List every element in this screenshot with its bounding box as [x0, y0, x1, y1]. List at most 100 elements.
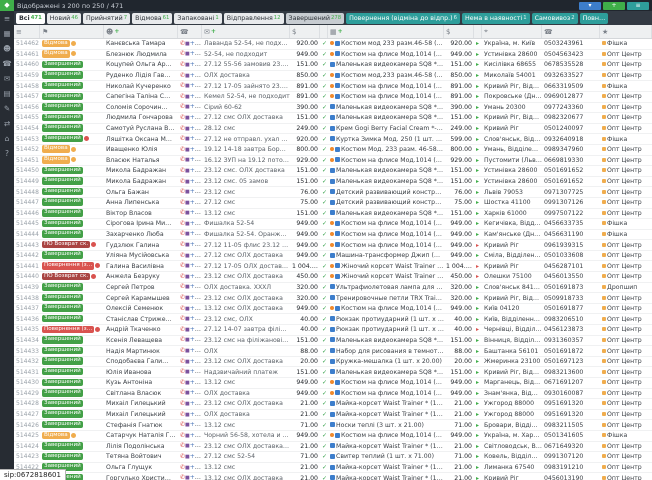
- phone-prefix-cell[interactable]: ✆■+38: [178, 272, 202, 282]
- status-badge[interactable]: Завершений: [42, 442, 83, 450]
- phone-prefix-cell[interactable]: ✆■+38: [178, 314, 202, 324]
- phone-prefix-cell[interactable]: ✆■+38: [178, 473, 202, 480]
- status-badge[interactable]: ПО Возврат ск.: [42, 241, 90, 249]
- tasks-icon[interactable]: ✎: [0, 101, 14, 116]
- table-row[interactable]: 514441Повернення (з…Галина Василівна✆■+3…: [14, 261, 652, 272]
- phone-prefix-cell[interactable]: ✆■+38: [178, 113, 202, 123]
- phone-prefix-cell[interactable]: ✆■+38: [178, 335, 202, 345]
- tab-Повернення (відміна до відпр.)[interactable]: Повернення (відміна до відпр.)6: [346, 13, 460, 24]
- phone-prefix-cell[interactable]: ✆■+38: [178, 92, 202, 102]
- table-row[interactable]: 514422ЗавершенийОльга Глущук✆■+3813.12 с…: [14, 463, 652, 474]
- status-badge[interactable]: Повернення (з…: [42, 326, 94, 334]
- table-row[interactable]: 514426ЗавершенийСтефанія Гнатюк✆■+3813.1…: [14, 420, 652, 431]
- status-badge[interactable]: Завершений: [42, 304, 83, 312]
- home-icon[interactable]: ⌂: [0, 131, 14, 146]
- col-city[interactable]: ⌖: [482, 25, 542, 38]
- phone-prefix-cell[interactable]: ✆■+38: [178, 346, 202, 356]
- phone-prefix-cell[interactable]: ✆■+38: [178, 219, 202, 229]
- col-comment-add-icon[interactable]: +: [211, 28, 216, 35]
- table-row[interactable]: 514431ЗавершенийЮлія Иванова✆■+38Надзвич…: [14, 367, 652, 378]
- status-badge[interactable]: Відмова: [42, 156, 70, 164]
- phone-prefix-cell[interactable]: ✆■+38: [178, 367, 202, 377]
- phone-prefix-cell[interactable]: ✆■+38: [178, 49, 202, 59]
- table-row[interactable]: 514455ЗавершенийЛюдмила Гончарова✆■+3827…: [14, 113, 652, 124]
- col-client[interactable]: ☻+: [104, 25, 178, 38]
- col-amount[interactable]: $: [290, 25, 320, 38]
- table-row[interactable]: 514457ЗавершенийСапегіна Таліна С…✆■+38К…: [14, 92, 652, 103]
- calls-icon[interactable]: ☎: [0, 56, 14, 71]
- col-client-add-icon[interactable]: +: [114, 28, 119, 35]
- phone-prefix-cell[interactable]: ✆■+38: [178, 134, 202, 144]
- tab-Всі[interactable]: Всі471: [16, 13, 45, 24]
- orders-icon[interactable]: ▦: [0, 26, 14, 41]
- col-delivery[interactable]: [474, 25, 482, 38]
- status-badge[interactable]: Завершений: [42, 315, 83, 323]
- table-row[interactable]: 514424ЗавершенийЛілія Подолінська✆■+3823…: [14, 442, 652, 453]
- table-row[interactable]: 514448ЗавершенийОльга Бажан✆■+3823.12 см…: [14, 187, 652, 198]
- status-badge[interactable]: Завершений: [42, 230, 83, 238]
- table-row[interactable]: 514443ПО Возврат ск.Гудзлюк Галина✆■+382…: [14, 240, 652, 251]
- table-row[interactable]: 514454ЗавершенийСамотуй Руслана В…✆■+382…: [14, 124, 652, 135]
- status-badge[interactable]: Завершений: [42, 82, 83, 90]
- table-row[interactable]: 514450ЗавершенийМикола Бадражан✆■+3823.1…: [14, 166, 652, 177]
- status-badge[interactable]: Повернення (з…: [42, 262, 94, 270]
- table-row[interactable]: 514460ЗавершенийКоцупей Ольга Ар…✆■+3827…: [14, 60, 652, 71]
- col-comment[interactable]: ✉+: [202, 25, 290, 38]
- phone-prefix-cell[interactable]: ✆■+38: [178, 145, 202, 155]
- menu-icon[interactable]: ≡: [0, 11, 14, 26]
- phone-prefix-cell[interactable]: ✆■+38: [178, 378, 202, 388]
- col-status[interactable]: ⚑: [40, 25, 104, 38]
- status-badge[interactable]: Завершений: [42, 410, 83, 418]
- stats-icon[interactable]: ▤: [0, 86, 14, 101]
- table-row[interactable]: 514423ЗавершенийТетяна Войтович✆■+3827.1…: [14, 452, 652, 463]
- phone-prefix-cell[interactable]: ✆■+38: [178, 399, 202, 409]
- tab-Повн…[interactable]: Повн…: [580, 13, 609, 24]
- phone-prefix-cell[interactable]: ✆■+38: [178, 39, 202, 49]
- phone-prefix-cell[interactable]: ✆■+38: [178, 304, 202, 314]
- table-row[interactable]: 514440ПО Возврат ск.Анжела Безруку✆■+382…: [14, 272, 652, 283]
- table-row[interactable]: 514427ЗавершенийМихаіл Гилецький✆■+38ОЛХ…: [14, 410, 652, 421]
- phone-prefix-cell[interactable]: ✆■+38: [178, 240, 202, 250]
- status-badge[interactable]: Відмова: [42, 432, 70, 440]
- status-badge[interactable]: Відмова: [42, 145, 70, 153]
- phone-prefix-cell[interactable]: ✆■+38: [178, 325, 202, 335]
- phone-prefix-cell[interactable]: ✆■+38: [178, 282, 202, 292]
- clients-icon[interactable]: ☻: [0, 41, 14, 56]
- status-badge[interactable]: Завершений: [42, 368, 83, 376]
- tab-Нема в наявності[interactable]: Нема в наявності1: [462, 13, 530, 24]
- status-badge[interactable]: Завершений: [42, 114, 83, 122]
- table-row[interactable]: 514432ЗавершенийСподобаєва Гали…✆■+3823.…: [14, 357, 652, 368]
- status-badge[interactable]: Завершений: [42, 188, 83, 196]
- table-row[interactable]: 514421ЗавершенийГоргулько Христи…✆■+3813…: [14, 473, 652, 480]
- table-row[interactable]: 514451ВідмоваВласюк Наталья✆■+3816.12 ЗУ…: [14, 156, 652, 167]
- table-row[interactable]: 514438ЗавершенийСергей Карамышев✆■+3823.…: [14, 293, 652, 304]
- tab-Новий[interactable]: Новий46: [47, 13, 81, 24]
- status-badge[interactable]: Завершений: [42, 103, 83, 111]
- table-row[interactable]: 514433ЗавершенийНадія Мартинюк✆■+38ОЛХ88…: [14, 346, 652, 357]
- table-row[interactable]: 514436ЗавершенийСтаніслав Стриже…✆■+3823…: [14, 314, 652, 325]
- status-badge[interactable]: Завершений: [42, 251, 83, 259]
- status-badge[interactable]: ПО Возврат ск.: [42, 273, 90, 281]
- table-row[interactable]: 514437ЗавершенийОлексій Семенюк✆■+3813.1…: [14, 304, 652, 315]
- table-row[interactable]: 514462ВідмоваКанєвська Тамара✆■+38Лаванд…: [14, 39, 652, 50]
- status-badge[interactable]: Відмова: [42, 50, 70, 58]
- col-product[interactable]: ▦+: [328, 25, 444, 38]
- sync-icon[interactable]: ⇄: [0, 116, 14, 131]
- phone-prefix-cell[interactable]: ✆■+38: [178, 357, 202, 367]
- table-row[interactable]: 514434ЗавершенийКсенія Леващева✆■+3823.1…: [14, 336, 652, 347]
- table-row[interactable]: 514435Повернення (з…Андрій Ткаченко✆■+38…: [14, 325, 652, 336]
- status-badge[interactable]: Завершений: [42, 347, 83, 355]
- table-row[interactable]: 514456ЗавершенийСоломія Сорочин…✆■+38Сір…: [14, 103, 652, 114]
- table-row[interactable]: 514425ВідмоваСатарчук Наталія Г…✆■+38Чор…: [14, 431, 652, 442]
- table-row[interactable]: 514458ЗавершенийНиколай Кучеренко✆■+3827…: [14, 81, 652, 92]
- status-badge[interactable]: Завершений: [42, 421, 83, 429]
- phone-prefix-cell[interactable]: ✆■+38: [178, 261, 202, 271]
- table-row[interactable]: 514449ЗавершенийМикола Бадражан✆■+3823.1…: [14, 177, 652, 188]
- phone-prefix-cell[interactable]: ✆■+38: [178, 124, 202, 134]
- phone-prefix-cell[interactable]: ✆■+38: [178, 452, 202, 462]
- col-product-add-icon[interactable]: +: [338, 28, 343, 35]
- phone-prefix-cell[interactable]: ✆■+38: [178, 251, 202, 261]
- col-phone-prefix[interactable]: ☎: [178, 25, 202, 38]
- table-row[interactable]: 514442ЗавершенийУліяна Мусійовська✆■+382…: [14, 251, 652, 262]
- table-row[interactable]: 514439ЗавершенийСергей Петров✆■+38ОЛХ до…: [14, 283, 652, 294]
